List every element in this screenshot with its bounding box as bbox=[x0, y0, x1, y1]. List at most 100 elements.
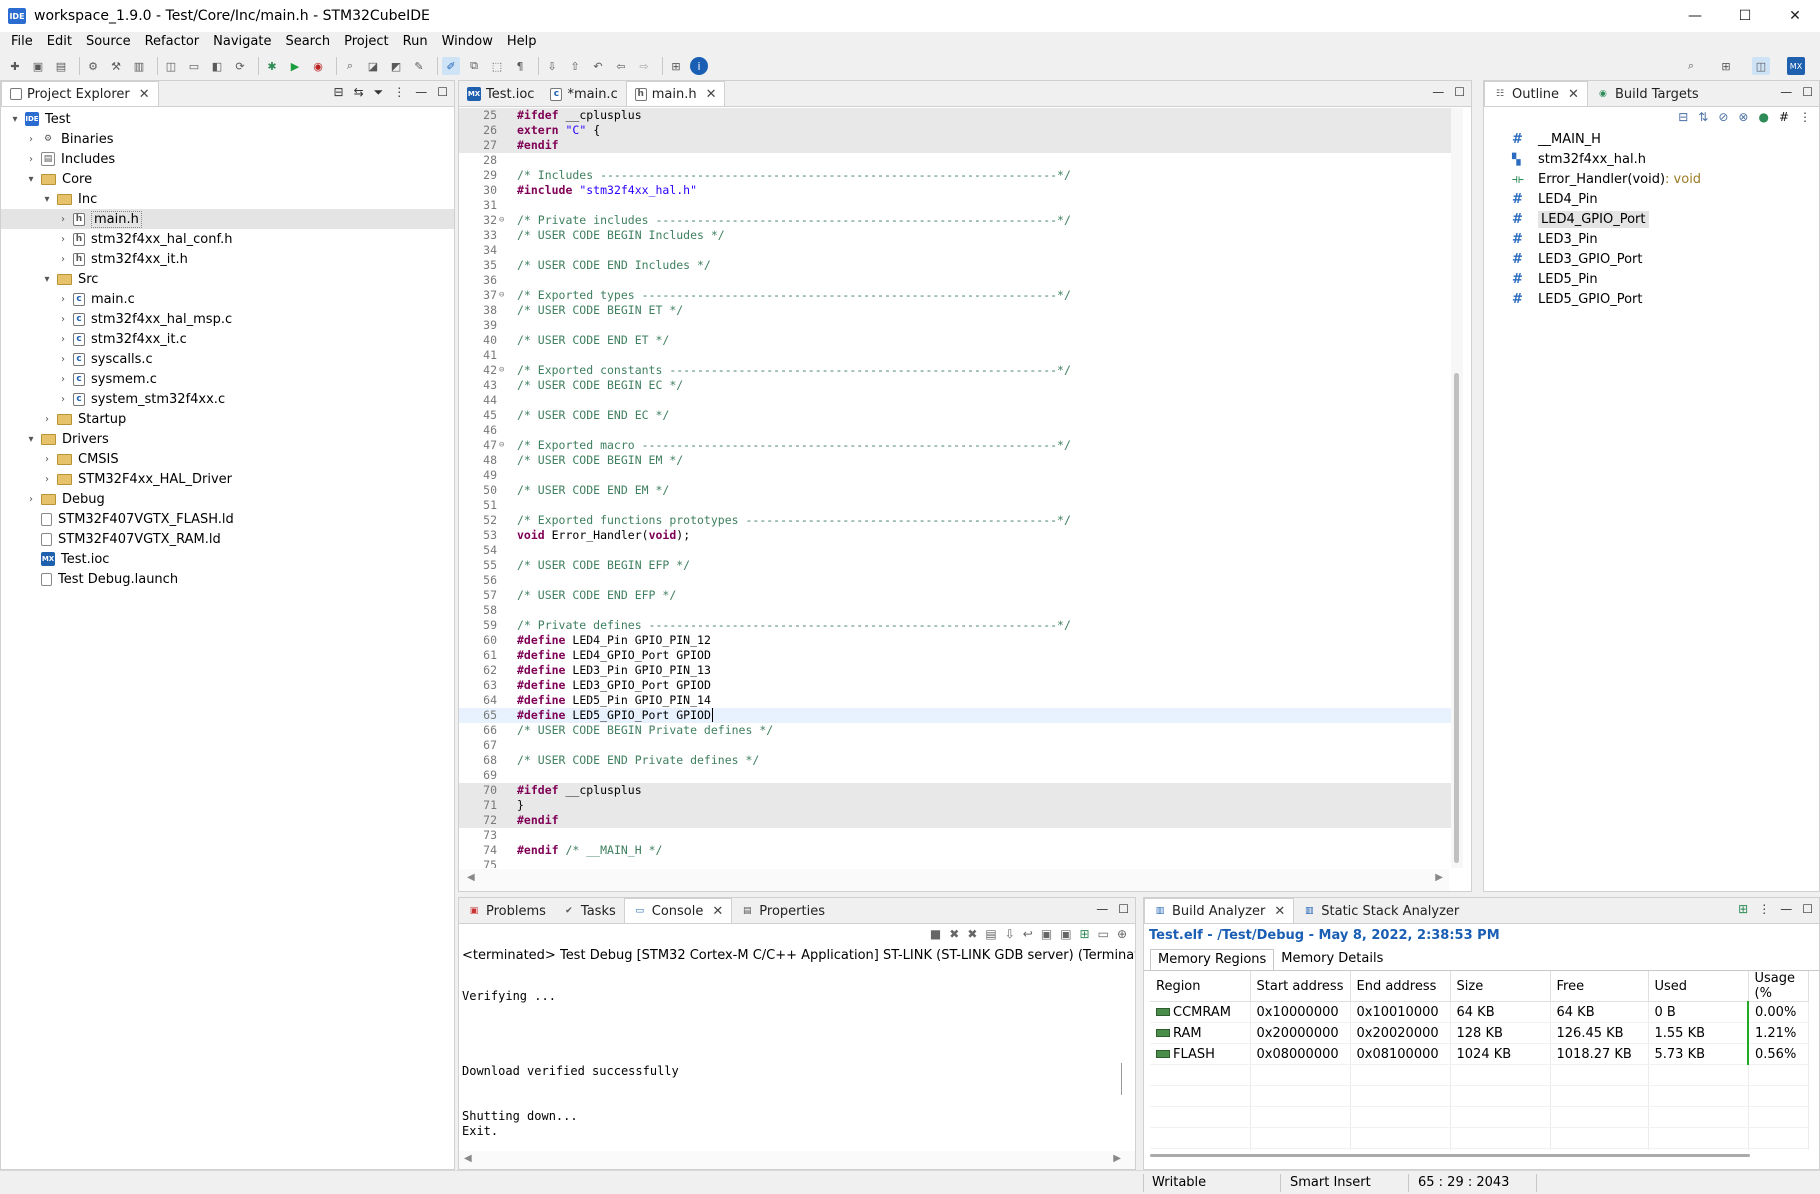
table-row[interactable]: RAM 0x20000000 0x20020000 128 KB 126.45 KB 1.… bbox=[1150, 1022, 1809, 1044]
menu-refactor[interactable]: Refactor bbox=[138, 32, 207, 52]
fold-toggle-icon[interactable]: ⊖ bbox=[499, 438, 509, 453]
close-icon[interactable]: ✕ bbox=[1274, 904, 1285, 919]
menu-window[interactable]: Window bbox=[435, 32, 500, 52]
collapse-all-icon[interactable]: ⊟ bbox=[1678, 110, 1688, 124]
block-selection-icon[interactable]: ⬚ bbox=[488, 57, 506, 75]
open-element-icon[interactable]: ◩ bbox=[387, 57, 405, 75]
fold-toggle-icon[interactable]: ⊖ bbox=[499, 288, 509, 303]
new-icon[interactable]: ✚ bbox=[6, 57, 24, 75]
back-icon[interactable]: ⇦ bbox=[612, 57, 630, 75]
expand-toggle-icon[interactable]: › bbox=[57, 354, 69, 365]
maximize-view-icon[interactable]: ☐ bbox=[1454, 85, 1465, 99]
tab-static-stack-analyzer[interactable]: ▥ Static Stack Analyzer bbox=[1294, 899, 1467, 923]
fold-toggle-icon[interactable]: ⊖ bbox=[499, 213, 509, 228]
column-header[interactable]: Usage (% bbox=[1748, 971, 1809, 1002]
column-header[interactable]: Free bbox=[1550, 971, 1649, 1002]
tab-build-analyzer[interactable]: ▥ Build Analyzer ✕ bbox=[1144, 898, 1295, 923]
save-all-icon[interactable]: ▤ bbox=[52, 57, 70, 75]
tab-editor-file[interactable]: c *main.c bbox=[542, 82, 625, 106]
open-type-icon[interactable]: ◪ bbox=[364, 57, 382, 75]
tree-item[interactable]: › Debug bbox=[1, 489, 454, 509]
debug-bug-icon[interactable]: ✱ bbox=[263, 57, 281, 75]
open-console-icon[interactable]: ⊕ bbox=[1117, 927, 1127, 941]
column-header[interactable]: End address bbox=[1350, 971, 1451, 1002]
expand-toggle-icon[interactable]: › bbox=[25, 494, 37, 505]
tree-item[interactable]: STM32F407VGTX_RAM.ld bbox=[1, 529, 454, 549]
console-scrollbar[interactable] bbox=[1121, 1063, 1131, 1095]
tab-editor-file[interactable]: MX Test.ioc bbox=[459, 82, 542, 106]
expand-toggle-icon[interactable]: › bbox=[25, 154, 37, 165]
minimize-view-icon[interactable]: — bbox=[1780, 85, 1792, 99]
outline-item[interactable]: # LED3_GPIO_Port bbox=[1484, 249, 1819, 269]
close-icon[interactable]: ✕ bbox=[1568, 87, 1579, 102]
search-code-icon[interactable]: ⌕ bbox=[341, 57, 359, 75]
pin-editor-icon[interactable]: ⊞ bbox=[667, 57, 685, 75]
hide-macros-icon[interactable]: # bbox=[1779, 110, 1789, 124]
tree-item[interactable]: ▾ Core bbox=[1, 169, 454, 189]
expand-toggle-icon[interactable]: › bbox=[41, 414, 53, 425]
new-folder-icon[interactable]: ▭ bbox=[185, 57, 203, 75]
cpp-perspective-icon[interactable]: ◫ bbox=[1752, 57, 1770, 75]
maximize-view-icon[interactable]: ☐ bbox=[1802, 85, 1813, 99]
outline-item[interactable]: # LED5_Pin bbox=[1484, 269, 1819, 289]
toggle-mark-icon[interactable]: ✐ bbox=[442, 57, 460, 75]
remove-all-icon[interactable]: ✖ bbox=[967, 927, 977, 941]
minimize-view-icon[interactable]: — bbox=[415, 85, 427, 100]
tree-item[interactable]: › c stm32f4xx_it.c bbox=[1, 329, 454, 349]
tree-item[interactable]: › c system_stm32f4xx.c bbox=[1, 389, 454, 409]
view-menu-icon[interactable]: ⋮ bbox=[393, 85, 405, 100]
menu-search[interactable]: Search bbox=[278, 32, 337, 52]
expand-toggle-icon[interactable]: › bbox=[57, 234, 69, 245]
close-icon[interactable]: ✕ bbox=[712, 904, 723, 919]
external-tools-icon[interactable]: ◉ bbox=[309, 57, 327, 75]
maximize-button[interactable]: ☐ bbox=[1720, 0, 1770, 32]
clear-console-icon[interactable]: ▤ bbox=[985, 927, 996, 941]
editor-horizontal-scrollbar[interactable]: ◀ ▶ bbox=[459, 869, 1449, 891]
tab-problems[interactable]: ▣ Problems bbox=[459, 899, 554, 923]
save-icon[interactable]: ▣ bbox=[29, 57, 47, 75]
highlight-icon[interactable]: ⧉ bbox=[465, 57, 483, 75]
outline-item[interactable]: ⟛ Error_Handler(void) : void bbox=[1484, 169, 1819, 189]
run-icon[interactable]: ▶ bbox=[286, 57, 304, 75]
link-editor-icon[interactable]: ⇆ bbox=[354, 85, 364, 100]
expand-toggle-icon[interactable]: › bbox=[57, 334, 69, 345]
task-icon[interactable]: ✎ bbox=[410, 57, 428, 75]
outline-item[interactable]: ▚ stm32f4xx_hal.h bbox=[1484, 149, 1819, 169]
hide-nonpublic-icon[interactable]: ● bbox=[1758, 110, 1768, 124]
expand-toggle-icon[interactable]: › bbox=[57, 214, 69, 225]
expand-toggle-icon[interactable]: › bbox=[41, 474, 53, 485]
show-whitespace-icon[interactable]: ¶ bbox=[511, 57, 529, 75]
maximize-view-icon[interactable]: ☐ bbox=[437, 85, 448, 100]
terminate-icon[interactable]: ■ bbox=[930, 927, 941, 941]
expand-toggle-icon[interactable]: ▾ bbox=[25, 434, 37, 445]
tree-item[interactable]: › ⚙ Binaries bbox=[1, 129, 454, 149]
tab-project-explorer[interactable]: Project Explorer ✕ bbox=[1, 81, 159, 106]
code-editor[interactable]: 25 #ifdef __cplusplus 26 extern "C" {27 #end… bbox=[459, 108, 1459, 868]
expand-toggle-icon[interactable]: › bbox=[57, 314, 69, 325]
tab-editor-file[interactable]: h main.h ✕ bbox=[625, 81, 726, 106]
outline-item[interactable]: # LED4_GPIO_Port bbox=[1484, 209, 1819, 229]
outline-item[interactable]: # __MAIN_H bbox=[1484, 129, 1819, 149]
tab-tasks[interactable]: ✔ Tasks bbox=[554, 899, 624, 923]
info-icon[interactable]: i bbox=[690, 57, 708, 75]
tab-console[interactable]: ▭ Console ✕ bbox=[623, 898, 733, 923]
next-annotation-icon[interactable]: ⇩ bbox=[543, 57, 561, 75]
tree-item[interactable]: ▾ IDE Test bbox=[1, 109, 454, 129]
tree-item[interactable]: › ▤ Includes bbox=[1, 149, 454, 169]
pin-console-icon[interactable]: ⊞ bbox=[1080, 927, 1090, 941]
expand-toggle-icon[interactable]: › bbox=[25, 134, 37, 145]
tab-memory-details[interactable]: Memory Details bbox=[1274, 949, 1390, 970]
tree-item[interactable]: Test Debug.launch bbox=[1, 569, 454, 589]
mx-perspective-icon[interactable]: MX bbox=[1787, 57, 1805, 75]
tree-item[interactable]: › Startup bbox=[1, 409, 454, 429]
maximize-view-icon[interactable]: ☐ bbox=[1802, 902, 1813, 916]
expand-toggle-icon[interactable]: ▾ bbox=[9, 114, 21, 125]
maximize-view-icon[interactable]: ☐ bbox=[1118, 902, 1129, 916]
word-wrap-icon[interactable]: ↩ bbox=[1023, 927, 1033, 941]
menu-file[interactable]: File bbox=[4, 32, 40, 52]
hide-static-icon[interactable]: ⊗ bbox=[1738, 110, 1748, 124]
column-header[interactable]: Used bbox=[1648, 971, 1749, 1002]
minimize-view-icon[interactable]: — bbox=[1780, 902, 1792, 916]
tree-item[interactable]: STM32F407VGTX_FLASH.ld bbox=[1, 509, 454, 529]
expand-toggle-icon[interactable]: › bbox=[41, 454, 53, 465]
